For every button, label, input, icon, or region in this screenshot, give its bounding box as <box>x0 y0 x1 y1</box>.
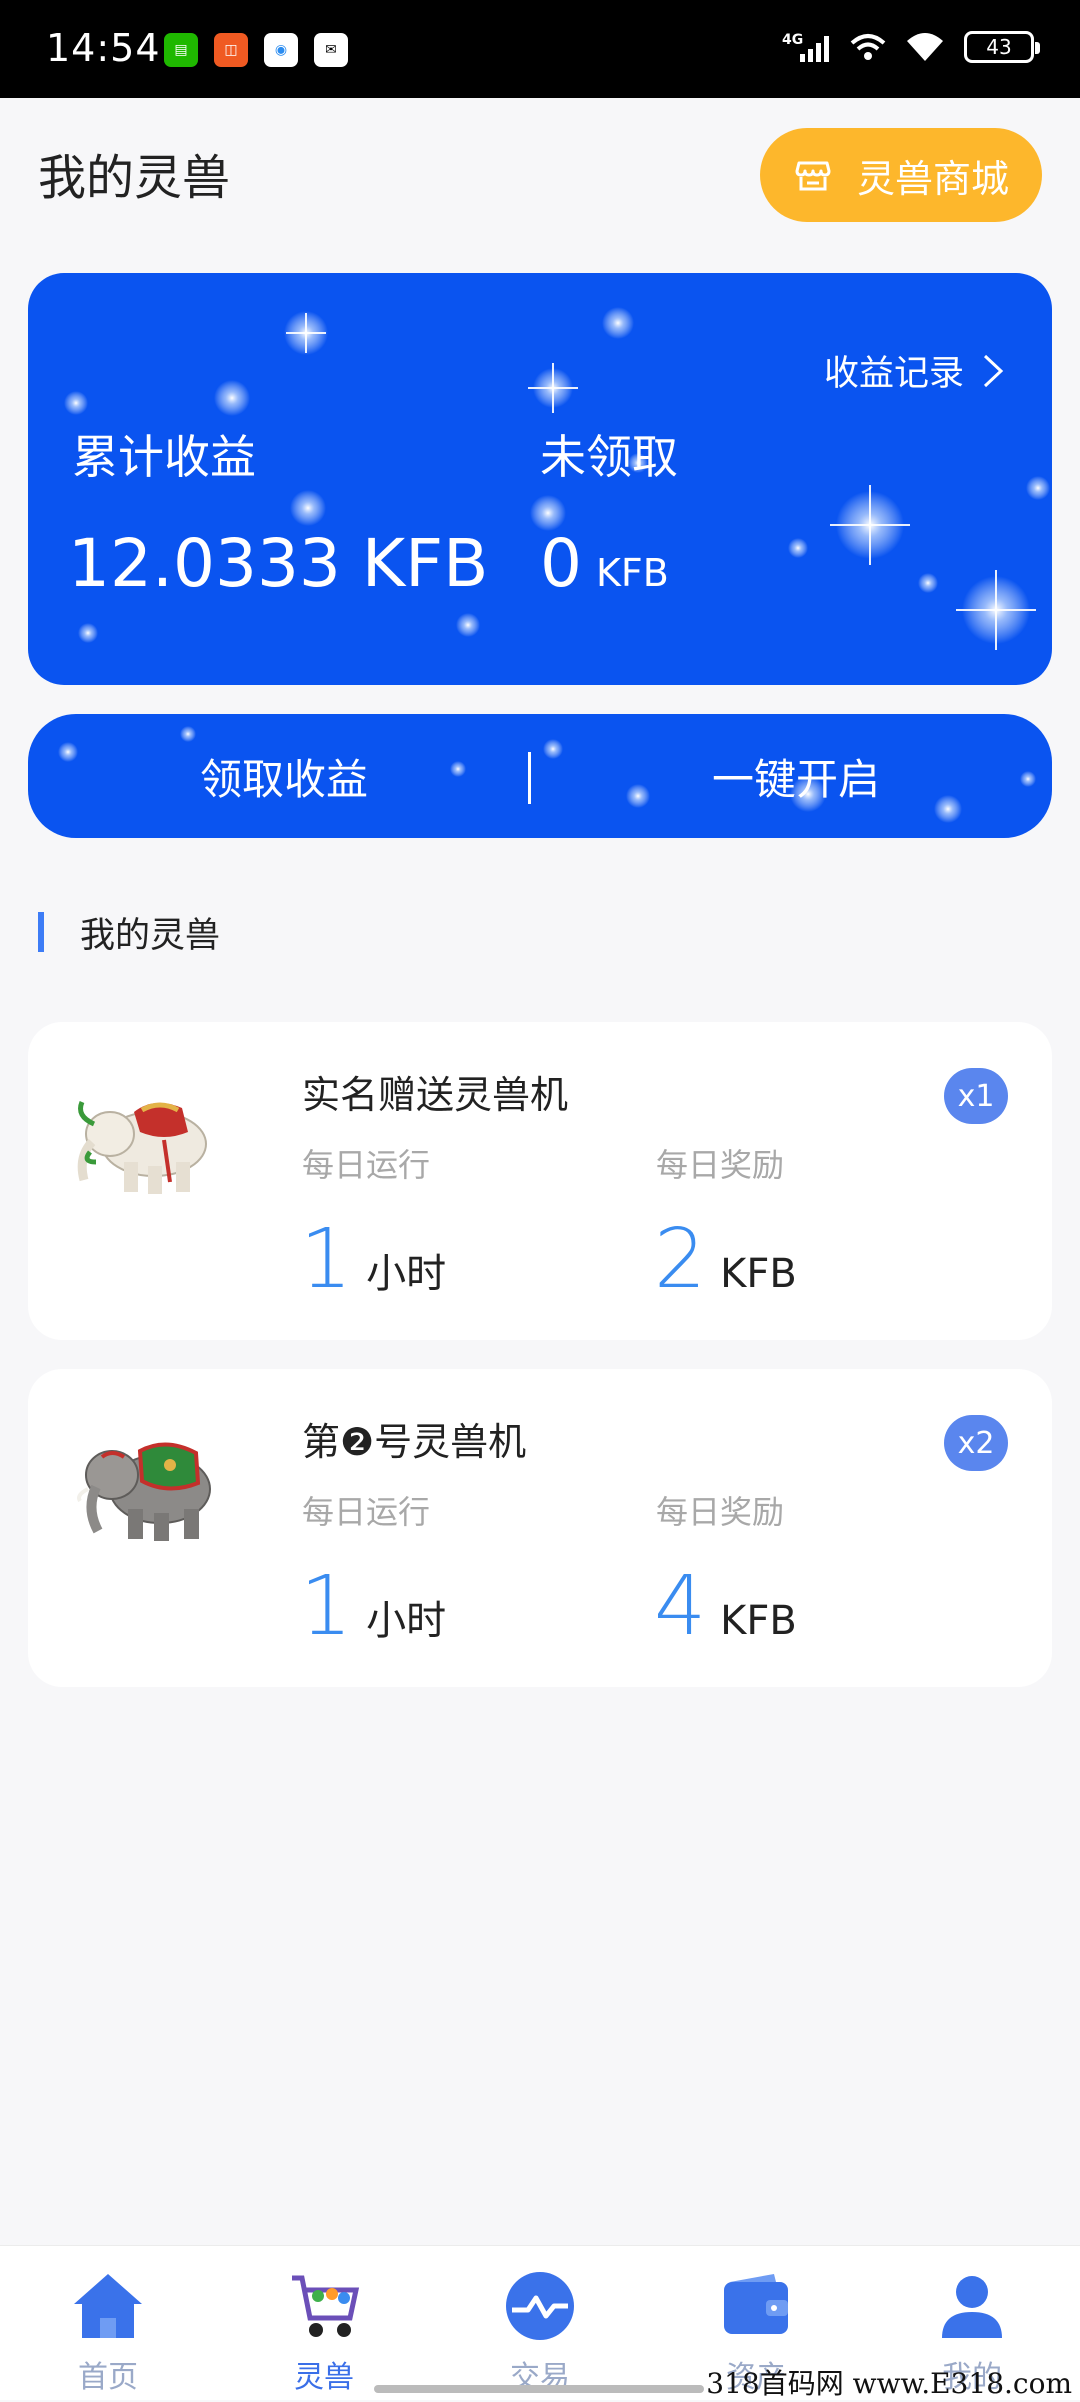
earnings-action-bar: 领取收益 一键开启 <box>28 714 1052 838</box>
unclaimed-amount: 0 <box>540 525 582 602</box>
trade-icon <box>506 2272 574 2340</box>
daily-reward-number: 4 <box>654 1559 707 1654</box>
tab-trade[interactable]: 交易 <box>432 2246 648 2400</box>
beast-count-badge: x2 <box>944 1415 1008 1471</box>
status-bar: 14:54 ▤ ◫ ◉ ✉ 4G 43 <box>0 0 1080 98</box>
section-header: 我的灵兽 <box>38 910 220 956</box>
beast-name: 第❷号灵兽机 <box>302 1420 527 1464</box>
daily-run-label: 每日运行 <box>302 1493 431 1531</box>
mall-app-icon: ◫ <box>214 33 248 67</box>
message-app-icon: ✉ <box>314 33 348 67</box>
daily-run-value: 1 小时 <box>300 1559 446 1654</box>
beast-shop-button[interactable]: 灵兽商城 <box>760 128 1042 222</box>
tab-home-label: 首页 <box>78 2360 138 2395</box>
daily-reward-label: 每日奖励 <box>656 1146 785 1184</box>
unclaimed-label: 未领取 <box>540 430 678 484</box>
browser-app-icon: ◉ <box>264 33 298 67</box>
network-type: 4G <box>782 32 803 48</box>
daily-run-label: 每日运行 <box>302 1146 431 1184</box>
status-indicators: 4G 43 <box>782 30 1040 64</box>
daily-reward-label: 每日奖励 <box>656 1493 785 1531</box>
total-earnings-value: 12.0333 KFB <box>68 525 489 602</box>
beast-card[interactable]: 第❷号灵兽机 x2 每日运行 每日奖励 1 小时 4 KFB <box>28 1369 1052 1687</box>
page-title: 我的灵兽 <box>38 150 231 206</box>
wifi-icon <box>907 33 943 61</box>
daily-run-number: 1 <box>300 1559 353 1654</box>
action-divider <box>528 752 531 804</box>
beast-shop-label: 灵兽商城 <box>856 156 1009 201</box>
battery-icon: 43 <box>964 31 1040 63</box>
claim-earnings-button[interactable]: 领取收益 <box>28 746 540 807</box>
tab-home[interactable]: 首页 <box>0 2246 216 2400</box>
site-watermark: 318首码网 www.E318.com <box>706 2367 1072 2400</box>
daily-reward-value: 4 KFB <box>654 1559 797 1654</box>
section-title: 我的灵兽 <box>80 915 221 956</box>
unclaimed-value: 0 KFB <box>540 525 669 602</box>
total-earnings-label: 累计收益 <box>72 430 256 484</box>
daily-reward-unit: KFB <box>720 1598 797 1644</box>
beast-count-badge: x1 <box>944 1068 1008 1124</box>
start-all-button[interactable]: 一键开启 <box>540 746 1052 807</box>
earnings-card: 收益记录 累计收益 12.0333 KFB 未领取 0 KFB <box>28 273 1052 685</box>
status-time: 14:54 <box>46 26 161 70</box>
home-indicator[interactable] <box>374 2385 704 2393</box>
beast-card[interactable]: 实名赠送灵兽机 x1 每日运行 每日奖励 1 小时 2 KFB <box>28 1022 1052 1340</box>
cart-icon <box>292 2275 360 2337</box>
user-icon <box>942 2276 1002 2338</box>
earnings-records-label: 收益记录 <box>823 354 964 394</box>
chevron-right-icon <box>983 354 1004 387</box>
home-icon <box>74 2274 142 2338</box>
daily-reward-unit: KFB <box>720 1251 797 1297</box>
unclaimed-unit: KFB <box>596 551 669 595</box>
store-icon <box>795 161 831 191</box>
daily-run-value: 1 小时 <box>300 1212 446 1307</box>
daily-run-unit: 小时 <box>366 1598 447 1644</box>
daily-run-number: 1 <box>300 1212 353 1307</box>
status-app-icons: ▤ ◫ ◉ ✉ <box>164 33 348 67</box>
daily-run-unit: 小时 <box>366 1251 447 1297</box>
battery-level: 43 <box>986 35 1012 59</box>
hotspot-icon <box>850 34 886 60</box>
tab-beasts-label: 灵兽 <box>294 2360 354 2395</box>
tab-beasts[interactable]: 灵兽 <box>216 2246 432 2400</box>
beast-name: 实名赠送灵兽机 <box>302 1073 569 1117</box>
white-elephant-image <box>77 1101 207 1194</box>
daily-reward-number: 2 <box>654 1212 707 1307</box>
daily-reward-value: 2 KFB <box>654 1212 797 1307</box>
gray-elephant-image <box>77 1442 211 1541</box>
iqiyi-app-icon: ▤ <box>164 33 198 67</box>
cellular-signal-icon: 4G <box>782 32 829 62</box>
wallet-icon <box>724 2274 788 2334</box>
section-accent-bar <box>38 912 44 952</box>
earnings-records-link[interactable]: 收益记录 <box>824 345 1004 396</box>
